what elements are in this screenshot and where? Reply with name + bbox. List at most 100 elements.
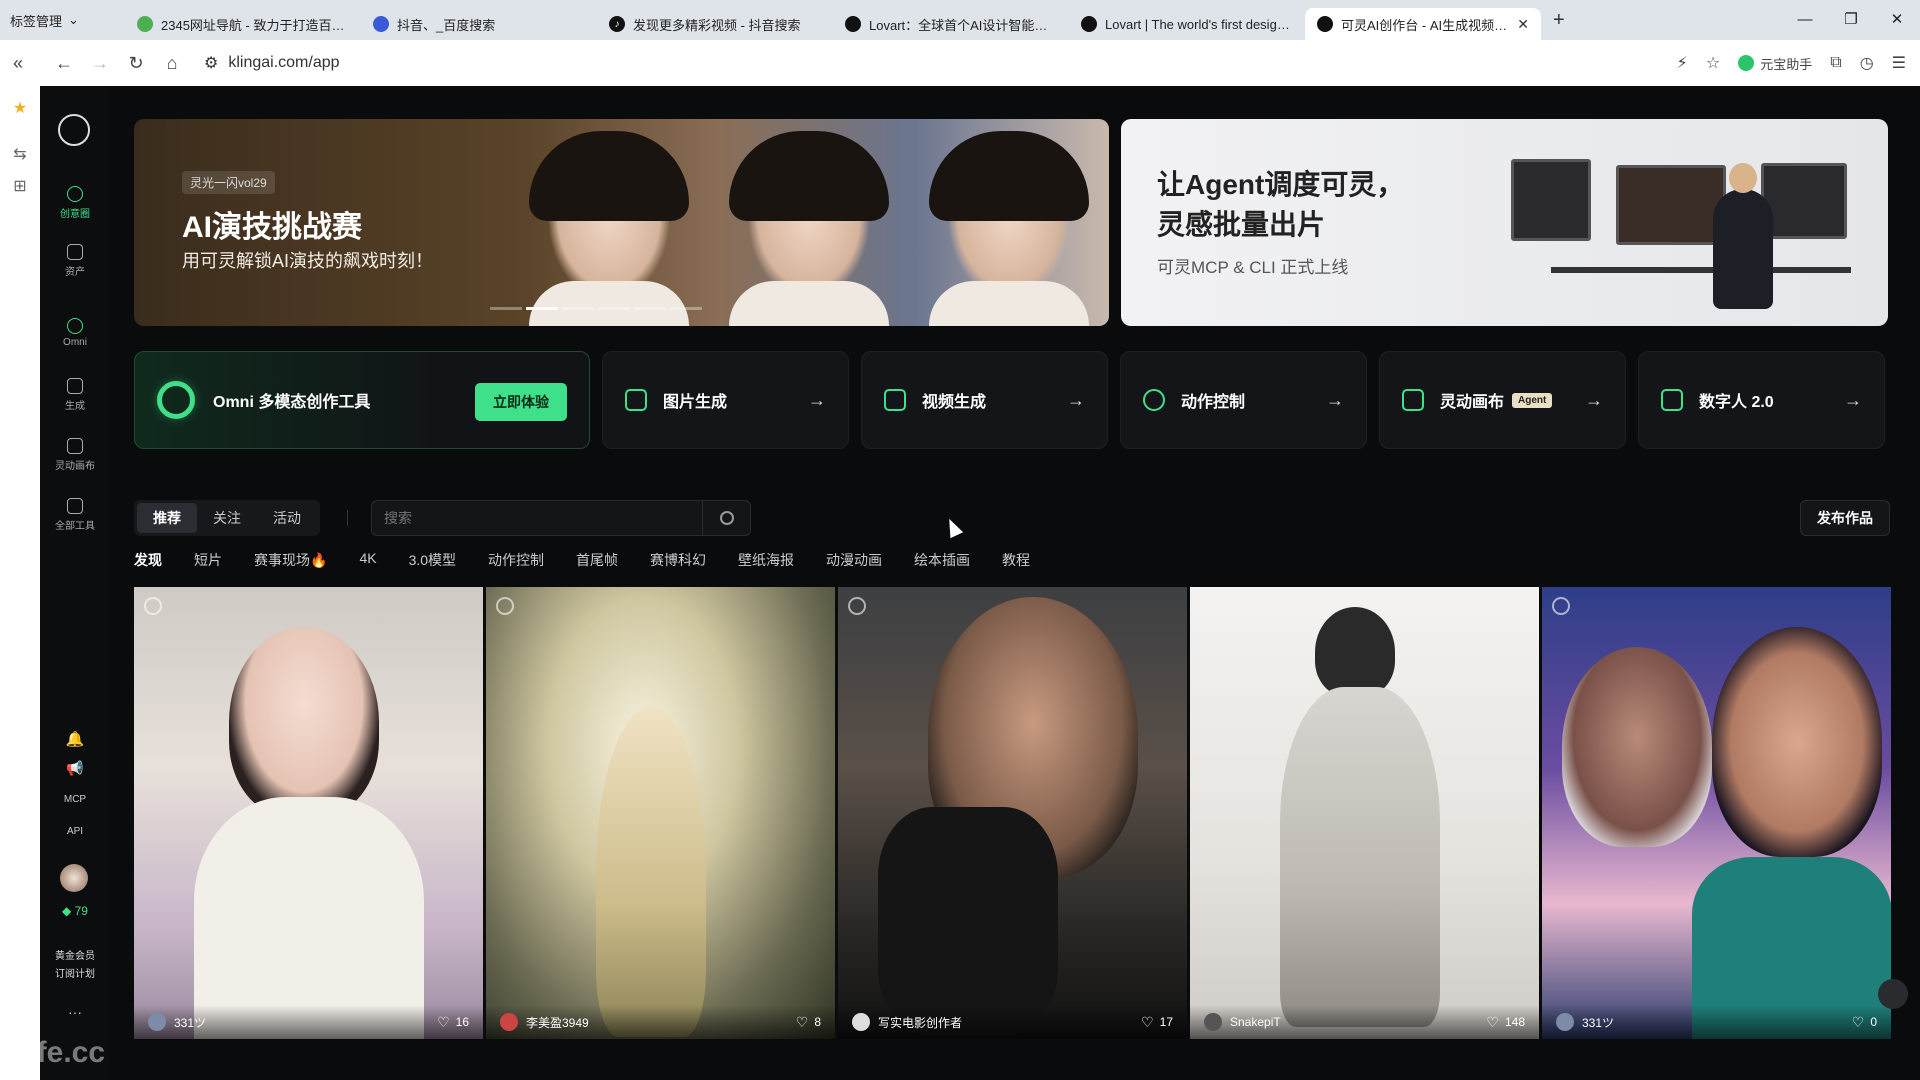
sidebar-item-all-tools[interactable]: 全部工具 [40,498,110,532]
ai-acting-challenge-banner[interactable]: 灵光一闪vol29 AI演技挑战赛 用可灵解锁AI演技的飙戏时刻！ [134,119,1109,326]
publish-button[interactable]: 发布作品 [1800,500,1890,536]
url-field[interactable]: ⚙ klingai.com/app [204,53,340,73]
tab-events[interactable]: 活动 [257,503,317,533]
sidebar-item-omni[interactable]: Omni [40,318,110,348]
category-item[interactable]: 壁纸海报 [738,550,794,570]
mcp-link[interactable]: MCP [40,794,110,805]
lightning-icon[interactable]: ⚡ [1677,53,1688,73]
category-item[interactable]: 短片 [194,550,222,570]
membership-link[interactable]: 黄金会员 订阅计划 [40,948,110,984]
extensions-icon[interactable]: ⧉ [1830,54,1841,72]
category-item[interactable]: 首尾帧 [576,550,618,570]
author-name[interactable]: 331ツ [1582,1014,1852,1031]
swap-icon[interactable]: ⇆ [0,144,40,164]
restore-icon[interactable]: ❐ [1828,0,1874,40]
work-card[interactable]: 331ツ ♡ 0 [1542,587,1891,1039]
sidebar-item-canvas[interactable]: 灵动画布 [40,438,110,472]
reload-icon[interactable]: ↻ [118,53,154,74]
category-item[interactable]: 3.0模型 [409,550,456,570]
author-name[interactable]: 李美盈3949 [526,1014,796,1031]
tab-recommended[interactable]: 推荐 [137,503,197,533]
category-item[interactable]: 绘本插画 [914,550,970,570]
author-name[interactable]: SnakepiT [1230,1015,1486,1029]
api-link[interactable]: API [40,826,110,837]
star-icon[interactable]: ☆ [1706,53,1720,73]
new-tab-icon[interactable]: + [1541,9,1577,32]
sidebar-item-assets[interactable]: 资产 [40,244,110,278]
work-card[interactable]: 李美盈3949 ♡ 8 [486,587,835,1039]
user-avatar[interactable] [852,1013,870,1031]
user-avatar[interactable] [500,1013,518,1031]
sidebar-toggle-icon[interactable]: « [0,53,36,74]
announcement-icon[interactable]: 📢 [40,760,110,777]
like-button[interactable]: ♡ 148 [1486,1014,1525,1031]
home-icon[interactable]: ⌂ [154,53,190,74]
site-info-icon[interactable]: ⚙ [204,53,218,73]
category-item[interactable]: 教程 [1002,550,1030,570]
close-tab-icon[interactable]: ✕ [1517,16,1529,33]
motion-control-card[interactable]: 动作控制 → [1120,351,1367,449]
more-icon[interactable]: ··· [40,1004,110,1020]
carousel-dot[interactable] [598,307,630,310]
author-name[interactable]: 331ツ [174,1014,437,1031]
carousel-dot-active[interactable] [526,307,558,310]
tab-manager-button[interactable]: 标签管理 ⌄ [0,0,125,40]
carousel-dot[interactable] [634,307,666,310]
canvas-card[interactable]: 灵动画布 Agent → [1379,351,1626,449]
browser-tab-active[interactable]: 可灵AI创作台 - AI生成视频与图 ✕ [1305,8,1541,40]
mcp-launch-banner[interactable]: 让Agent调度可灵， 灵感批量出片 可灵MCP & CLI 正式上线 [1121,119,1888,326]
video-generation-card[interactable]: 视频生成 → [861,351,1108,449]
browser-tab[interactable]: 抖音、_百度搜索 [361,8,597,40]
like-button[interactable]: ♡ 16 [437,1014,469,1031]
tool-label: 动作控制 [1181,394,1246,411]
category-item[interactable]: 动漫动画 [826,550,882,570]
search-button[interactable] [702,501,750,535]
kling-logo-icon[interactable] [58,114,90,146]
user-avatar[interactable] [148,1013,166,1031]
work-card[interactable]: SnakepiT ♡ 148 [1190,587,1539,1039]
work-card[interactable]: 写实电影创作者 ♡ 17 [838,587,1187,1039]
digital-human-card[interactable]: 数字人 2.0 → [1638,351,1885,449]
menu-icon[interactable]: ☰ [1892,53,1906,73]
category-discover[interactable]: 发现 [134,550,162,570]
back-icon[interactable]: ← [46,53,82,74]
carousel-dot[interactable] [490,307,522,310]
card-meta: SnakepiT ♡ 148 [1190,1005,1539,1039]
notification-bell-icon[interactable]: 🔔 [40,730,110,748]
tab-following[interactable]: 关注 [197,503,257,533]
minimize-icon[interactable]: — [1782,0,1828,40]
assistant-button[interactable]: 元宝助手 [1738,54,1812,73]
credits-balance[interactable]: ◆ 79 [40,904,110,918]
browser-tab[interactable]: Lovart | The world's first design a [1069,8,1305,40]
avatar[interactable] [60,864,88,892]
category-item[interactable]: 动作控制 [488,550,544,570]
like-button[interactable]: ♡ 17 [1141,1014,1173,1031]
user-avatar[interactable] [1204,1013,1222,1031]
category-item[interactable]: 赛事现场🔥 [254,550,327,570]
sidebar-item-generate[interactable]: 生成 [40,378,110,412]
sidebar-item-creative-circle[interactable]: 创意圈 [40,186,110,220]
like-button[interactable]: ♡ 0 [1852,1014,1877,1031]
favorites-star-icon[interactable]: ★ [0,98,40,118]
work-card[interactable]: 331ツ ♡ 16 [134,587,483,1039]
close-window-icon[interactable]: ✕ [1874,0,1920,40]
search-input[interactable] [372,510,702,526]
history-icon[interactable]: ◷ [1860,53,1874,73]
omni-tool-card[interactable]: Omni 多模态创作工具 立即体验 [134,351,590,449]
browser-tab[interactable]: Lovart：全球首个AI设计智能体 | E [833,8,1069,40]
like-button[interactable]: ♡ 8 [796,1014,821,1031]
try-now-button[interactable]: 立即体验 [475,383,567,421]
author-name[interactable]: 写实电影创作者 [878,1014,1141,1031]
image-generation-card[interactable]: 图片生成 → [602,351,849,449]
carousel-dot[interactable] [562,307,594,310]
category-item[interactable]: 4K [359,550,376,570]
browser-tab[interactable]: ♪ 发现更多精彩视频 - 抖音搜索 [597,8,833,40]
browser-tab[interactable]: 2345网址导航 - 致力于打造百年品牌 [125,8,361,40]
forward-icon[interactable]: → [82,53,118,74]
category-item[interactable]: 赛博科幻 [650,550,706,570]
user-avatar[interactable] [1556,1013,1574,1031]
url-text: klingai.com/app [228,54,340,71]
add-panel-icon[interactable]: ⊞ [0,176,40,196]
customer-service-icon[interactable] [1878,979,1908,1009]
carousel-dot[interactable] [670,307,702,310]
